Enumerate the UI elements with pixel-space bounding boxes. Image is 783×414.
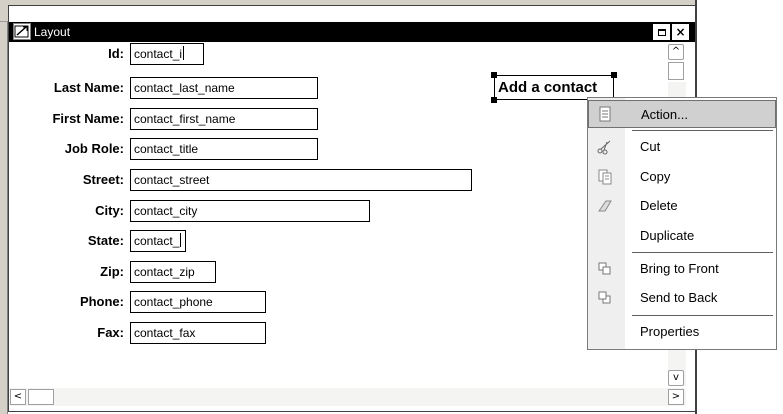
selection-handle[interactable] (611, 72, 617, 78)
menu-item-bring-to-front[interactable]: Bring to Front (625, 255, 775, 283)
street-field[interactable]: contact_street (130, 169, 472, 191)
first-name-label: First Name: (52, 111, 124, 126)
scroll-up-button[interactable]: ^ (668, 44, 684, 60)
copy-icon (597, 169, 613, 185)
layout-window-icon (13, 23, 31, 40)
zip-field[interactable]: contact_zip (130, 261, 216, 283)
scissors-icon (597, 139, 613, 155)
street-label: Street: (82, 172, 124, 187)
bring-to-front-icon (597, 261, 613, 277)
horizontal-scrollbar[interactable] (9, 388, 686, 406)
close-button[interactable]: × (672, 24, 689, 40)
city-label: City: (95, 203, 124, 218)
context-menu-gutter (588, 98, 625, 349)
state-field[interactable]: contact_ (130, 230, 186, 252)
zip-label: Zip: (100, 264, 124, 279)
id-label: Id: (108, 46, 124, 61)
action-icon (597, 106, 613, 122)
menu-item-action[interactable]: Action... (588, 100, 776, 128)
horizontal-scroll-thumb[interactable] (28, 389, 54, 405)
window-titlebar[interactable] (9, 22, 695, 42)
fax-field[interactable]: contact_fax (130, 322, 266, 344)
menu-item-send-to-back[interactable]: Send to Back (625, 284, 775, 312)
scroll-down-button[interactable]: v (668, 370, 684, 386)
menu-item-duplicate[interactable]: Duplicate (625, 222, 775, 250)
eraser-icon (597, 198, 613, 214)
vertical-scroll-thumb[interactable] (668, 62, 684, 80)
job-role-field[interactable]: contact_title (130, 138, 318, 160)
phone-label: Phone: (79, 294, 124, 309)
id-field[interactable]: contact_i (130, 43, 204, 65)
selection-handle[interactable] (491, 97, 497, 103)
menu-separator (632, 130, 773, 131)
menu-item-delete[interactable]: Delete (625, 192, 775, 220)
menu-separator (632, 252, 773, 253)
send-to-back-icon (597, 290, 613, 306)
menu-item-properties[interactable]: Properties (625, 318, 775, 346)
city-field[interactable]: contact_city (130, 200, 370, 222)
maximize-icon (658, 29, 666, 36)
scroll-right-button[interactable]: > (668, 389, 684, 405)
maximize-button[interactable] (653, 24, 670, 40)
window-title: Layout (34, 25, 71, 39)
menu-item-copy[interactable]: Copy (625, 163, 775, 191)
first-name-field[interactable]: contact_first_name (130, 108, 318, 130)
menu-item-cut[interactable]: Cut (625, 133, 775, 161)
scroll-left-button[interactable]: < (10, 389, 26, 405)
menu-separator (632, 315, 773, 316)
last-name-field[interactable]: contact_last_name (130, 77, 318, 99)
phone-field[interactable]: contact_phone (130, 291, 266, 313)
job-role-label: Job Role: (64, 141, 124, 156)
selection-handle[interactable] (491, 72, 497, 78)
last-name-label: Last Name: (53, 80, 124, 95)
state-label: State: (87, 233, 124, 248)
fax-label: Fax: (97, 325, 124, 340)
